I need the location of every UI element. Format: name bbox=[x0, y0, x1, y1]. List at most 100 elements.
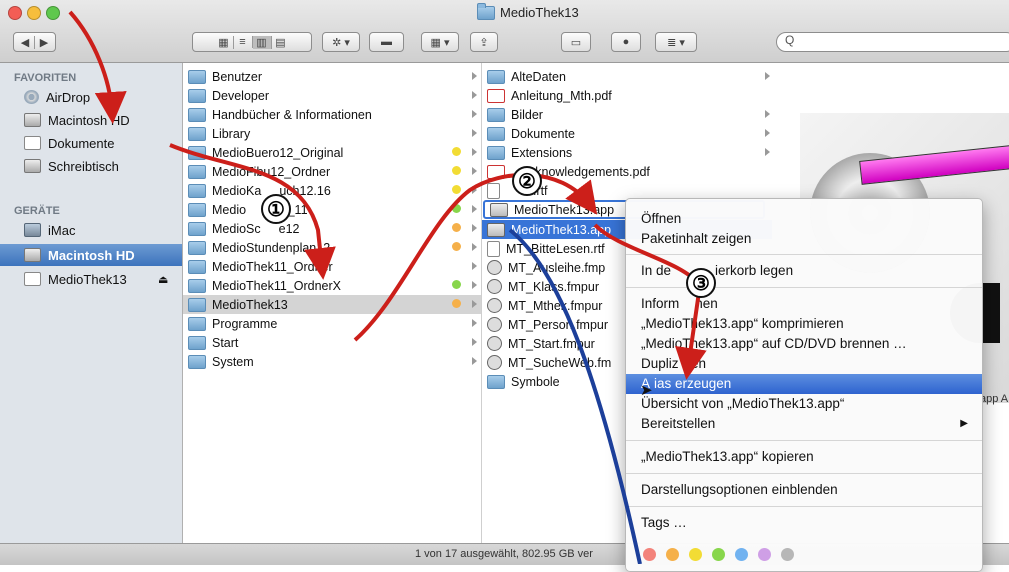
connect-button[interactable]: ▭ bbox=[561, 32, 591, 52]
folder-icon bbox=[188, 240, 206, 255]
sidebar-item-schreibtisch[interactable]: Schreibtisch bbox=[0, 155, 182, 177]
coverflow-view-icon[interactable]: ▤ bbox=[272, 36, 290, 49]
menu-item-papierkorb[interactable]: In de ierkorb legen bbox=[626, 261, 982, 281]
callout-step-1: ① bbox=[261, 194, 291, 224]
list-item[interactable]: MedioBuero12_Original bbox=[183, 143, 481, 162]
menu-item-oeffnen[interactable]: Öffnen bbox=[626, 209, 982, 229]
back-forward-buttons[interactable]: ◀ ▶ bbox=[13, 32, 56, 52]
menu-item-label: Übersicht von „MedioThek13.app“ bbox=[641, 396, 845, 411]
close-window-button[interactable] bbox=[8, 6, 22, 20]
disclosure-arrow-icon bbox=[472, 110, 477, 118]
list-item[interactable]: MedioSc e12 bbox=[183, 219, 481, 238]
list-item[interactable]: Library bbox=[183, 124, 481, 143]
list-options-button[interactable]: ≣ ▾ bbox=[655, 32, 697, 52]
tag-color-gray[interactable] bbox=[781, 548, 794, 561]
sidebar-item-macintosh-hd-device[interactable]: Macintosh HD bbox=[0, 244, 182, 266]
sidebar-item-macintosh-hd[interactable]: Macintosh HD bbox=[0, 109, 182, 131]
tag-dot-orange bbox=[452, 242, 461, 251]
item-label: Start bbox=[212, 335, 239, 350]
list-item[interactable]: MedioFibu12_Ordner bbox=[183, 162, 481, 181]
list-item[interactable]: System bbox=[183, 352, 481, 371]
icon-view-icon[interactable]: ▦ bbox=[215, 35, 234, 49]
sidebar-item-imac[interactable]: iMac bbox=[0, 219, 182, 241]
list-item[interactable]: MedioThek11_Ordner bbox=[183, 257, 481, 276]
menu-item-darstellungsoptionen[interactable]: Darstellungsoptionen einblenden bbox=[626, 480, 982, 500]
list-item[interactable]: Medio ll_11 bbox=[183, 200, 481, 219]
list-view-icon[interactable]: ≡ bbox=[234, 36, 253, 48]
menu-item-kopieren[interactable]: „MedioThek13.app“ kopieren bbox=[626, 447, 982, 467]
window-title: MedioThek13 bbox=[477, 2, 579, 20]
list-item[interactable]: MedioKa uch12.16 bbox=[183, 181, 481, 200]
item-label: MedioKa bbox=[212, 183, 262, 198]
menu-item-brennen[interactable]: „MedioThek13.app“ auf CD/DVD brennen … bbox=[626, 334, 982, 354]
sidebar-item-mediothek13[interactable]: MedioThek13 ⏏ bbox=[0, 268, 182, 290]
disclosure-arrow-icon bbox=[472, 224, 477, 232]
disclosure-arrow-icon bbox=[472, 148, 477, 156]
zoom-window-button[interactable] bbox=[46, 6, 60, 20]
status-text: 1 von 17 ausgewählt, 802.95 GB ver bbox=[415, 548, 593, 560]
tag-color-blue[interactable] bbox=[735, 548, 748, 561]
window-titlebar: MedioThek13 ◀ ▶ ▦ ≡ ▥ ▤ ✲ ▾ ▬ ▦ ▾ ⇪ ▭ ● … bbox=[0, 0, 1009, 63]
tag-color-purple[interactable] bbox=[758, 548, 771, 561]
action-menu-button[interactable]: ✲ ▾ bbox=[322, 32, 360, 52]
menu-item-label: Dupliz bbox=[641, 356, 679, 371]
folder-icon bbox=[188, 316, 206, 331]
list-item[interactable]: AlteDaten bbox=[482, 67, 772, 86]
filemaker-icon bbox=[487, 355, 502, 370]
sidebar-item-dokumente[interactable]: Dokumente bbox=[0, 132, 182, 154]
tag-color-red[interactable] bbox=[643, 548, 656, 561]
item-label: Developer bbox=[212, 88, 269, 103]
share-button[interactable]: ⇪ bbox=[470, 32, 498, 52]
item-label: MT_Klass.fmpur bbox=[508, 279, 599, 294]
list-item[interactable]: Extensions bbox=[482, 143, 772, 162]
column-view-icon[interactable]: ▥ bbox=[252, 35, 272, 49]
list-item[interactable]: Programme bbox=[183, 314, 481, 333]
item-label: Library bbox=[212, 126, 251, 141]
sidebar-item-label: MedioThek13 bbox=[48, 271, 127, 287]
app-icon bbox=[490, 202, 508, 217]
toggle-button[interactable]: ▬ bbox=[369, 32, 404, 52]
menu-separator bbox=[626, 440, 982, 441]
menu-item-bereitstellen[interactable]: Bereitstellen ▶ bbox=[626, 414, 982, 434]
menu-item-paketinhalt-zeigen[interactable]: Paketinhalt zeigen bbox=[626, 229, 982, 249]
item-label: uch12.16 bbox=[279, 183, 331, 198]
forward-arrow-icon[interactable]: ▶ bbox=[35, 36, 53, 49]
item-label: MT_Person.fmpur bbox=[508, 317, 609, 332]
item-label: e12 bbox=[278, 221, 300, 236]
menu-item-alias-erzeugen[interactable]: Aias erzeugen bbox=[626, 374, 982, 394]
imac-icon bbox=[24, 223, 41, 237]
eject-icon[interactable]: ⏏ bbox=[158, 273, 168, 286]
menu-item-label: In de bbox=[641, 263, 672, 278]
view-mode-buttons[interactable]: ▦ ≡ ▥ ▤ bbox=[192, 32, 312, 52]
rtf-document-icon bbox=[487, 182, 500, 199]
item-label: MedioBuero12_Original bbox=[212, 145, 344, 160]
list-item-selected[interactable]: MedioThek13 bbox=[183, 295, 481, 314]
menu-item-informationen[interactable]: Inform nen bbox=[626, 294, 982, 314]
list-item[interactable]: Benutzer bbox=[183, 67, 481, 86]
arrange-menu-button[interactable]: ▦ ▾ bbox=[421, 32, 459, 52]
sidebar-item-label: Macintosh HD bbox=[48, 247, 135, 263]
item-label: MT_Mthek.fmpur bbox=[508, 298, 603, 313]
list-item[interactable]: Developer bbox=[183, 86, 481, 105]
search-input[interactable]: Q bbox=[776, 32, 1009, 52]
info-button[interactable]: ● bbox=[611, 32, 641, 52]
menu-separator bbox=[626, 473, 982, 474]
tag-color-yellow[interactable] bbox=[689, 548, 702, 561]
folder-icon bbox=[188, 88, 206, 103]
menu-item-tags[interactable]: Tags … bbox=[626, 513, 982, 533]
minimize-window-button[interactable] bbox=[27, 6, 41, 20]
list-item[interactable]: Handbücher & Informationen bbox=[183, 105, 481, 124]
list-item[interactable]: Bilder bbox=[482, 105, 772, 124]
sidebar-item-airdrop[interactable]: AirDrop bbox=[0, 86, 182, 108]
menu-item-duplizieren[interactable]: Dupliz ren bbox=[626, 354, 982, 374]
menu-item-uebersicht[interactable]: Übersicht von „MedioThek13.app“ bbox=[626, 394, 982, 414]
back-arrow-icon[interactable]: ◀ bbox=[16, 35, 35, 49]
tag-color-green[interactable] bbox=[712, 548, 725, 561]
menu-item-komprimieren[interactable]: „MedioThek13.app“ komprimieren bbox=[626, 314, 982, 334]
list-item[interactable]: Start bbox=[183, 333, 481, 352]
tag-color-orange[interactable] bbox=[666, 548, 679, 561]
list-item[interactable]: MedioStundenplan12 bbox=[183, 238, 481, 257]
list-item[interactable]: Dokumente bbox=[482, 124, 772, 143]
list-item[interactable]: Anleitung_Mth.pdf bbox=[482, 86, 772, 105]
list-item[interactable]: MedioThek11_OrdnerX bbox=[183, 276, 481, 295]
